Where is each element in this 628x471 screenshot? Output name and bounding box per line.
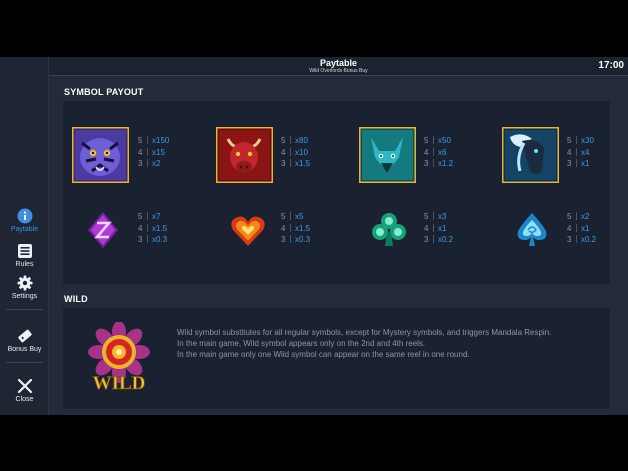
horse-symbol-icon bbox=[501, 126, 560, 188]
sidebar-item-settings[interactable]: Settings bbox=[0, 275, 49, 300]
payout-row: 3 x2 bbox=[138, 159, 161, 168]
payout-row: 3 x0.2 bbox=[424, 235, 454, 244]
payout-row: 4 x6 bbox=[424, 147, 447, 157]
payout-row: 5 x80 bbox=[281, 136, 308, 145]
payout-row: 5 x2 bbox=[567, 212, 590, 221]
payout-row: 4 x4 bbox=[567, 147, 590, 157]
payout-row: 4 x1.5 bbox=[281, 223, 311, 233]
payout-row: 3 x0.3 bbox=[281, 235, 311, 244]
section-title-symbol-payout: SYMBOL PAYOUT bbox=[64, 87, 144, 97]
payout-row: 4 x1 bbox=[567, 223, 590, 233]
sidebar-item-label: Paytable bbox=[10, 226, 39, 233]
spade-payout-table: 5 x2 4 x1 3 x0.2 bbox=[567, 211, 596, 246]
tiger-symbol-icon bbox=[71, 126, 130, 188]
header-bar: Paytable Wild Overlords Bonus Buy 17:00 bbox=[49, 57, 628, 76]
payout-row: 5 x7 bbox=[138, 212, 161, 221]
gear-icon bbox=[17, 275, 32, 291]
info-icon bbox=[17, 208, 32, 224]
bull-payout-table: 5 x80 4 x10 3 x1.5 bbox=[281, 135, 310, 170]
sidebar-item-label: Close bbox=[15, 396, 34, 403]
clock: 17:00 bbox=[598, 60, 624, 71]
wild-description-line: Wild symbol substitutes for all regular … bbox=[177, 328, 552, 337]
diamond-symbol-icon bbox=[86, 211, 120, 254]
sidebar-item-close[interactable]: Close bbox=[0, 378, 49, 403]
sidebar-item-label: Settings bbox=[11, 293, 38, 300]
heart-symbol-icon bbox=[230, 214, 266, 253]
wild-symbol-icon: WILD bbox=[86, 321, 152, 399]
game-subtitle: Wild Overlords Bonus Buy bbox=[309, 68, 368, 74]
payout-row: 3 x0.3 bbox=[138, 235, 168, 244]
wolf-payout-table: 5 x50 4 x6 3 x1.2 bbox=[424, 135, 453, 170]
sidebar-item-paytable[interactable]: Paytable bbox=[0, 208, 49, 233]
section-title-wild: WILD bbox=[64, 294, 88, 304]
tiger-payout-table: 5 x150 4 x15 3 x2 bbox=[138, 135, 169, 170]
spade-symbol-icon bbox=[516, 212, 548, 253]
club-payout-table: 5 x3 4 x1 3 x0.2 bbox=[424, 211, 453, 246]
ticket-icon bbox=[17, 329, 32, 343]
sidebar-item-bonus-buy[interactable]: Bonus Buy bbox=[0, 328, 49, 353]
diamond-payout-table: 5 x7 4 x1.5 3 x0.3 bbox=[138, 211, 167, 246]
wild-description: Wild symbol substitutes for all regular … bbox=[177, 327, 597, 361]
payout-row: 5 x50 bbox=[424, 136, 451, 145]
payout-row: 3 x0.2 bbox=[567, 235, 597, 244]
payout-row: 4 x10 bbox=[281, 147, 308, 157]
sidebar-divider bbox=[6, 362, 43, 363]
wild-description-line: In the main game, Wild symbol appears on… bbox=[177, 339, 426, 349]
sidebar-item-label: Rules bbox=[15, 261, 34, 268]
club-symbol-icon bbox=[372, 212, 406, 253]
payout-row: 3 x1.2 bbox=[424, 159, 454, 168]
sidebar-item-rules[interactable]: Rules bbox=[0, 243, 49, 268]
heart-payout-table: 5 x5 4 x1.5 3 x0.3 bbox=[281, 211, 310, 246]
horse-payout-table: 5 x30 4 x4 3 x1 bbox=[567, 135, 594, 170]
sidebar-item-label: Bonus Buy bbox=[7, 346, 42, 353]
wolf-symbol-icon bbox=[358, 126, 417, 188]
payout-row: 5 x30 bbox=[567, 136, 594, 145]
payout-row: 5 x150 bbox=[138, 136, 170, 145]
payout-row: 4 x1.5 bbox=[138, 223, 168, 233]
wild-description-line: In the main game only one Wild symbol ca… bbox=[177, 350, 470, 360]
wild-logo-text: WILD bbox=[93, 373, 146, 394]
sidebar: Paytable Rules Settings Bonus Buy Close bbox=[0, 57, 49, 415]
payout-row: 3 x1.5 bbox=[281, 159, 311, 168]
payout-row: 5 x5 bbox=[281, 212, 304, 221]
sidebar-divider bbox=[6, 309, 43, 310]
payout-row: 5 x3 bbox=[424, 212, 447, 221]
list-icon bbox=[17, 244, 32, 258]
payout-row: 4 x1 bbox=[424, 223, 447, 233]
close-icon bbox=[17, 378, 32, 394]
page-title: Paytable bbox=[319, 58, 358, 68]
payout-row: 4 x15 bbox=[138, 147, 165, 157]
bull-symbol-icon bbox=[215, 126, 274, 188]
payout-row: 3 x1 bbox=[567, 159, 590, 168]
